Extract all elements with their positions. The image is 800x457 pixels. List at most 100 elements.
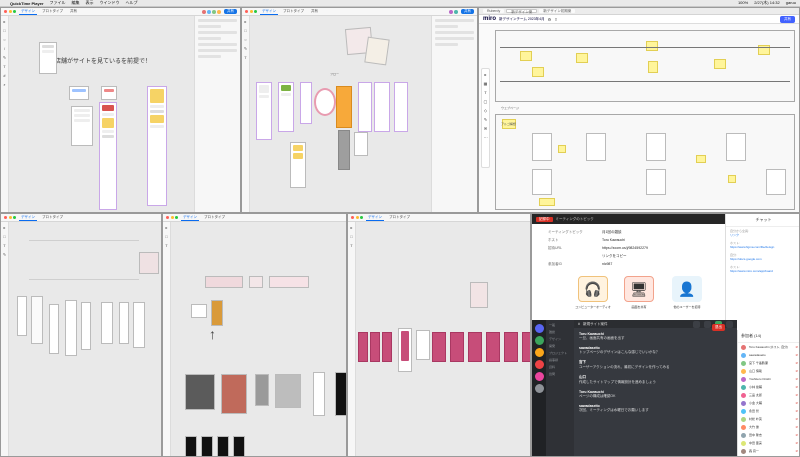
window-controls[interactable]: [245, 10, 257, 13]
invite-user-icon[interactable]: 👤: [672, 276, 702, 302]
tab-share[interactable]: 共有: [309, 9, 320, 14]
tab-prototype[interactable]: プロトタイプ: [202, 215, 227, 220]
pen-tool-icon[interactable]: ✎: [244, 46, 247, 51]
pink-card[interactable]: [486, 332, 500, 362]
info-value[interactable]: https://zoom.us/j/9824592279: [602, 246, 648, 251]
sticky-note[interactable]: [696, 155, 706, 163]
artboard[interactable]: [133, 302, 145, 348]
channel-item[interactable]: 資料: [549, 365, 571, 369]
pink-card[interactable]: [370, 332, 380, 362]
channel-item[interactable]: 開発: [549, 344, 571, 348]
rectangle-tool-icon[interactable]: □: [244, 28, 246, 33]
participant-row[interactable]: 森 真一 ⊘: [738, 447, 799, 455]
mic-muted-icon[interactable]: ⊘: [795, 417, 798, 421]
mic-muted-icon[interactable]: ⊘: [795, 345, 798, 349]
artboard[interactable]: [119, 302, 129, 344]
artboard[interactable]: [278, 82, 294, 132]
artboard[interactable]: [233, 436, 245, 456]
artboard[interactable]: [211, 300, 223, 326]
tab-design[interactable]: デザイン: [19, 215, 37, 221]
mic-muted-icon[interactable]: ⊘: [795, 385, 798, 389]
participant-row[interactable]: Toru Kawauchi (ホスト, 自分) ⊘: [738, 343, 799, 351]
sticky-note[interactable]: [646, 41, 658, 51]
menu-item-file[interactable]: ファイル: [50, 0, 66, 6]
moodboard-image[interactable]: [364, 36, 390, 66]
participant-row[interactable]: 小金 大輔 ⊘: [738, 399, 799, 407]
sticky-note[interactable]: [648, 61, 658, 73]
moodboard-image[interactable]: [139, 252, 159, 274]
tab-design[interactable]: デザイン: [181, 215, 199, 221]
phone-mockup[interactable]: [314, 88, 336, 116]
mic-muted-icon[interactable]: ⊘: [795, 377, 798, 381]
color-swatch-board[interactable]: [185, 374, 215, 410]
tab-share[interactable]: 共有: [68, 9, 79, 14]
moodboard-image[interactable]: [269, 276, 309, 288]
more-icon[interactable]: ⋯: [484, 135, 488, 140]
card[interactable]: [726, 133, 746, 161]
pink-card[interactable]: [358, 332, 368, 362]
artboard[interactable]: [39, 42, 57, 74]
server-icon[interactable]: [534, 360, 544, 369]
artboard[interactable]: [69, 86, 89, 100]
card[interactable]: [586, 133, 606, 161]
tab-prototype[interactable]: プロトタイプ: [281, 9, 306, 14]
share-button[interactable]: 共有: [780, 15, 795, 23]
artboard[interactable]: [217, 436, 229, 456]
design-canvas[interactable]: [9, 222, 161, 456]
sticky-note-icon[interactable]: ▢: [484, 99, 488, 104]
participant-row[interactable]: sawadaseito ⊘: [738, 351, 799, 359]
mic-muted-icon[interactable]: ⊘: [795, 401, 798, 405]
select-tool-icon[interactable]: ▸: [484, 72, 486, 77]
tab-design[interactable]: デザイン: [366, 215, 384, 221]
card[interactable]: [646, 169, 666, 195]
window-controls[interactable]: [4, 10, 16, 13]
card[interactable]: [646, 133, 666, 161]
artboard[interactable]: [81, 302, 91, 350]
comment-icon[interactable]: ✉: [484, 126, 487, 131]
artboard[interactable]: [49, 304, 59, 354]
artboard[interactable]: [374, 82, 390, 132]
participant-row[interactable]: 田中 隆志 ⊘: [738, 431, 799, 439]
ellipse-tool-icon[interactable]: ○: [244, 37, 246, 42]
participant-row[interactable]: Yoshiteru Onishi ⊘: [738, 375, 799, 383]
pink-card[interactable]: [432, 332, 446, 362]
moodboard-image[interactable]: [205, 276, 243, 288]
color-swatch-board[interactable]: [221, 374, 247, 414]
text-tool-icon[interactable]: T: [3, 243, 5, 248]
mic-muted-icon[interactable]: ⊘: [795, 353, 798, 357]
channel-item[interactable]: デザイン: [549, 337, 571, 341]
mic-muted-icon[interactable]: ⊘: [795, 369, 798, 373]
artboard[interactable]: [101, 86, 117, 100]
artboard[interactable]: [416, 330, 430, 360]
participant-row[interactable]: 大竹 優 ⊘: [738, 423, 799, 431]
server-icon[interactable]: [534, 372, 544, 381]
mic-icon[interactable]: [693, 320, 700, 328]
mic-muted-icon[interactable]: ⊘: [795, 449, 798, 453]
pink-card[interactable]: [504, 332, 518, 362]
share-screen-icon[interactable]: 🖥: [624, 276, 654, 302]
channel-item[interactable]: 議事録: [549, 358, 571, 362]
board-frame[interactable]: [495, 114, 795, 210]
menu-item-window[interactable]: ウインドウ: [100, 0, 120, 6]
share-button[interactable]: 共有: [224, 9, 237, 14]
participant-row[interactable]: 宮下 千晶鶴瀬 ⊘: [738, 359, 799, 367]
card[interactable]: [766, 169, 786, 195]
collaborator-avatars[interactable]: [202, 9, 221, 14]
artboard[interactable]: [313, 372, 325, 416]
server-icon[interactable]: [534, 384, 544, 393]
line-tool-icon[interactable]: /: [4, 46, 5, 51]
select-tool-icon[interactable]: ▸: [244, 19, 246, 24]
sticky-note[interactable]: [576, 53, 588, 63]
board-name[interactable]: 新デザインチーム 2023年4月: [499, 17, 545, 22]
participant-row[interactable]: 村松 紗英 ⊘: [738, 415, 799, 423]
rectangle-tool-icon[interactable]: □: [3, 28, 5, 33]
pink-card[interactable]: [382, 332, 392, 362]
artboard[interactable]: [65, 300, 77, 356]
select-tool-icon[interactable]: ▸: [165, 225, 167, 230]
server-icon[interactable]: [534, 348, 544, 357]
card[interactable]: [532, 133, 552, 161]
window-controls[interactable]: [4, 216, 16, 219]
server-icon[interactable]: [534, 324, 544, 333]
rectangle-tool-icon[interactable]: □: [3, 234, 5, 239]
zoom-tool-icon[interactable]: ⌕: [3, 82, 5, 87]
